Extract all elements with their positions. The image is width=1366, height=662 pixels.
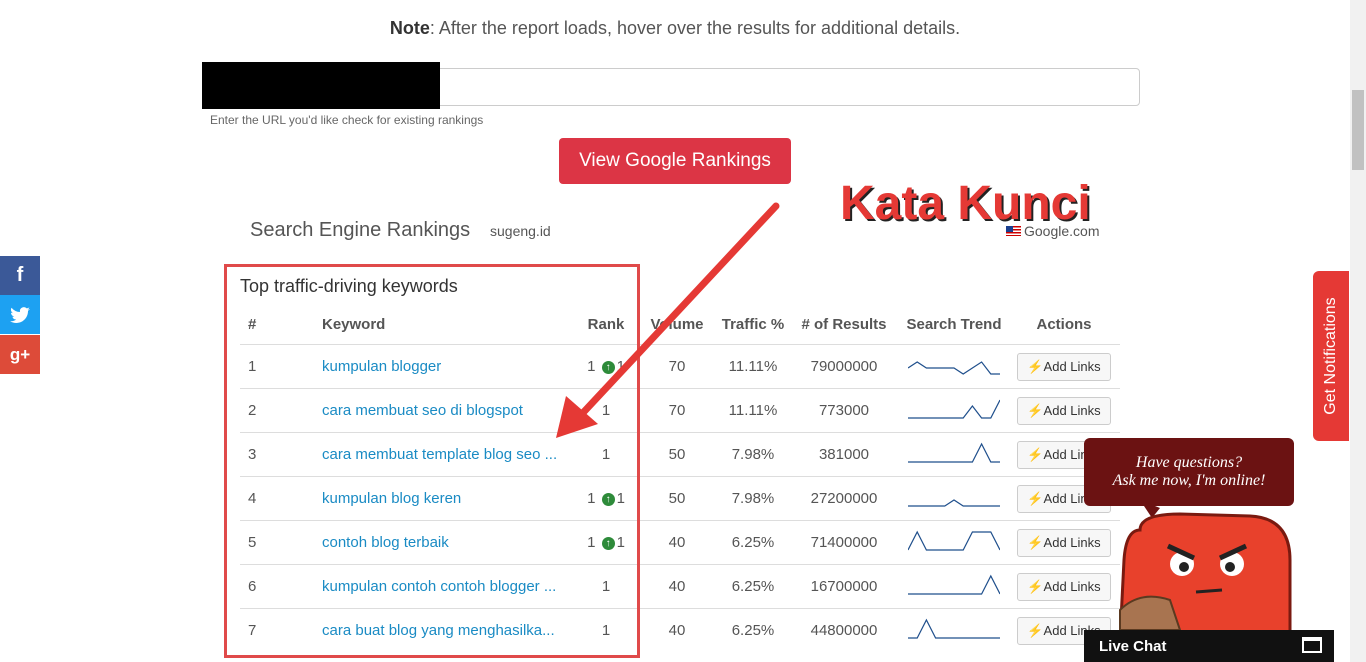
get-notifications-label: Get Notifications bbox=[1322, 297, 1339, 415]
facebook-share-button[interactable]: f bbox=[0, 256, 40, 295]
get-notifications-tab[interactable]: Get Notifications bbox=[1313, 271, 1349, 441]
chat-bubble-line2: Ask me now, I'm online! bbox=[1112, 472, 1266, 489]
google-plus-icon: g+ bbox=[9, 344, 31, 364]
chat-bubble[interactable]: Have questions? Ask me now, I'm online! bbox=[1084, 438, 1294, 506]
twitter-icon bbox=[10, 306, 30, 323]
live-chat-bar[interactable]: Live Chat bbox=[1084, 630, 1334, 662]
live-chat-label: Live Chat bbox=[1099, 638, 1167, 655]
google-plus-share-button[interactable]: g+ bbox=[0, 335, 40, 374]
chat-bubble-line1: Have questions? bbox=[1135, 454, 1243, 471]
scrollbar-thumb[interactable] bbox=[1352, 90, 1364, 170]
annotation-text: Kata Kunci bbox=[840, 177, 1091, 230]
window-icon[interactable] bbox=[1302, 637, 1322, 653]
chat-mascot-icon[interactable] bbox=[1100, 500, 1300, 640]
twitter-share-button[interactable] bbox=[0, 295, 40, 334]
facebook-icon: f bbox=[16, 264, 24, 286]
